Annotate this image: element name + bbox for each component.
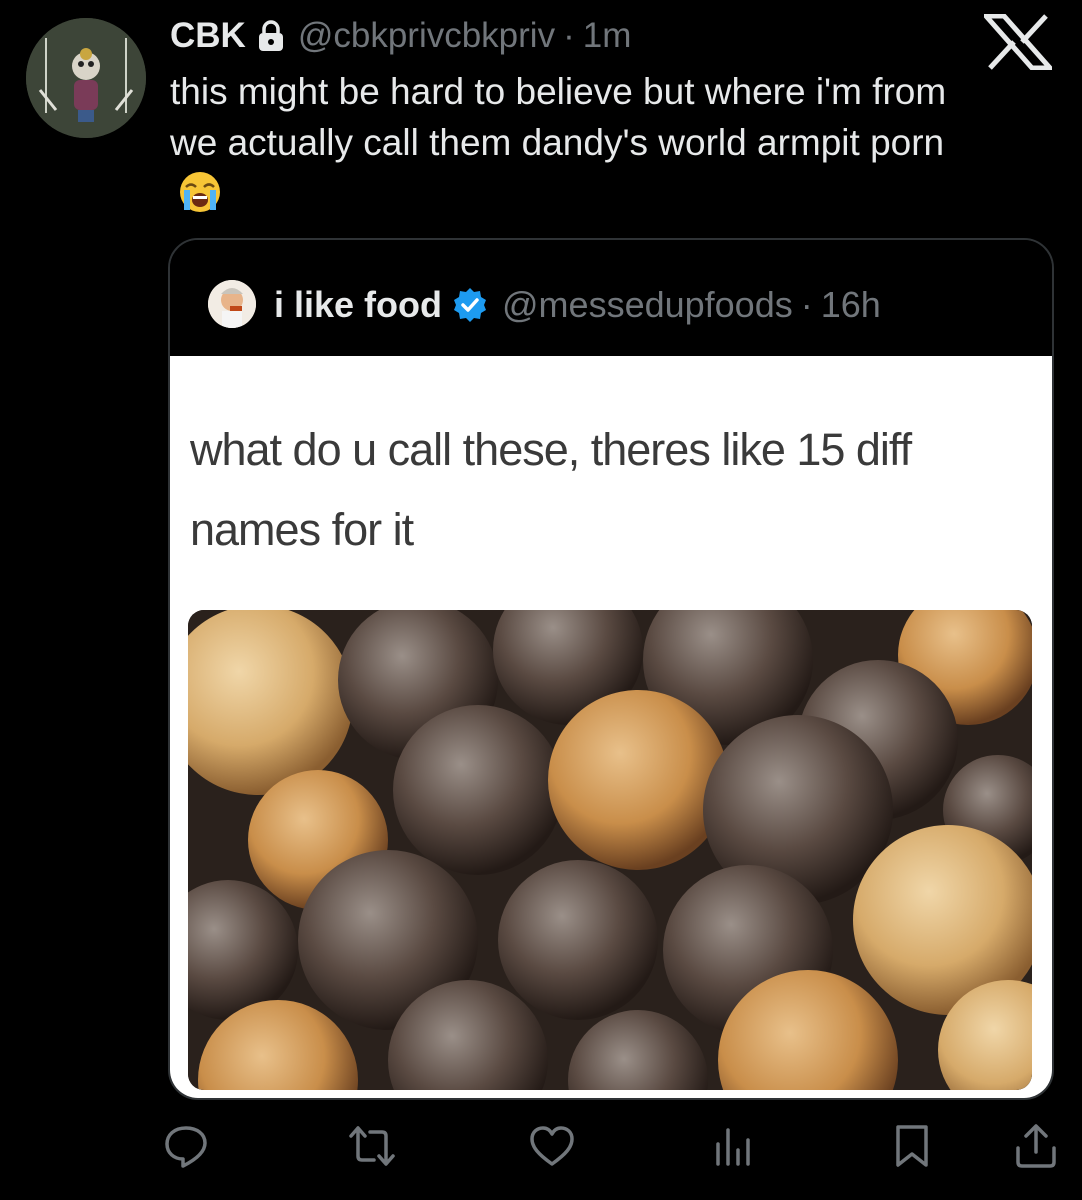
reply-icon[interactable] (162, 1122, 210, 1170)
lock-icon (256, 19, 286, 53)
author-handle[interactable]: @cbkprivcbkpriv (298, 16, 555, 56)
donut-holes-photo (188, 610, 1032, 1090)
quoted-tweet-time[interactable]: 16h (821, 284, 881, 326)
action-bar (0, 1122, 1082, 1182)
quoted-tweet-card[interactable]: i like food @messedupfoods · 16h what do… (168, 238, 1054, 1100)
avatar-artwork (26, 18, 146, 138)
meme-image[interactable]: what do u call these, theres like 15 dif… (170, 356, 1052, 1098)
verified-badge-icon (452, 287, 488, 323)
x-logo-icon (980, 13, 1056, 71)
tweet-text-container: this might be hard to believe but where … (170, 66, 990, 219)
bookmark-icon[interactable] (888, 1122, 936, 1170)
author-avatar[interactable] (26, 18, 146, 138)
quoted-author-handle[interactable]: @messedupfoods (502, 284, 793, 326)
tweet-header: CBK @cbkprivcbkpriv · 1m (170, 14, 631, 58)
retweet-icon[interactable] (348, 1122, 396, 1170)
quoted-tweet-header: i like food @messedupfoods · 16h (170, 240, 1052, 356)
quoted-avatar-artwork (208, 280, 256, 328)
views-icon[interactable] (710, 1122, 758, 1170)
tweet-text: this might be hard to believe but where … (170, 71, 947, 163)
tweet-time[interactable]: 1m (583, 16, 632, 56)
meme-text: what do u call these, theres like 15 dif… (190, 424, 912, 555)
separator-dot: · (563, 16, 575, 55)
share-icon[interactable] (1012, 1122, 1060, 1170)
quoted-author-name[interactable]: i like food (274, 284, 442, 326)
quoted-author-avatar[interactable] (208, 280, 256, 328)
like-icon[interactable] (528, 1122, 576, 1170)
quoted-separator-dot: · (800, 284, 813, 325)
loudly-crying-face-icon (178, 170, 222, 214)
quoted-tweet-meta: i like food @messedupfoods · 16h (274, 280, 881, 330)
author-name[interactable]: CBK (170, 16, 246, 56)
